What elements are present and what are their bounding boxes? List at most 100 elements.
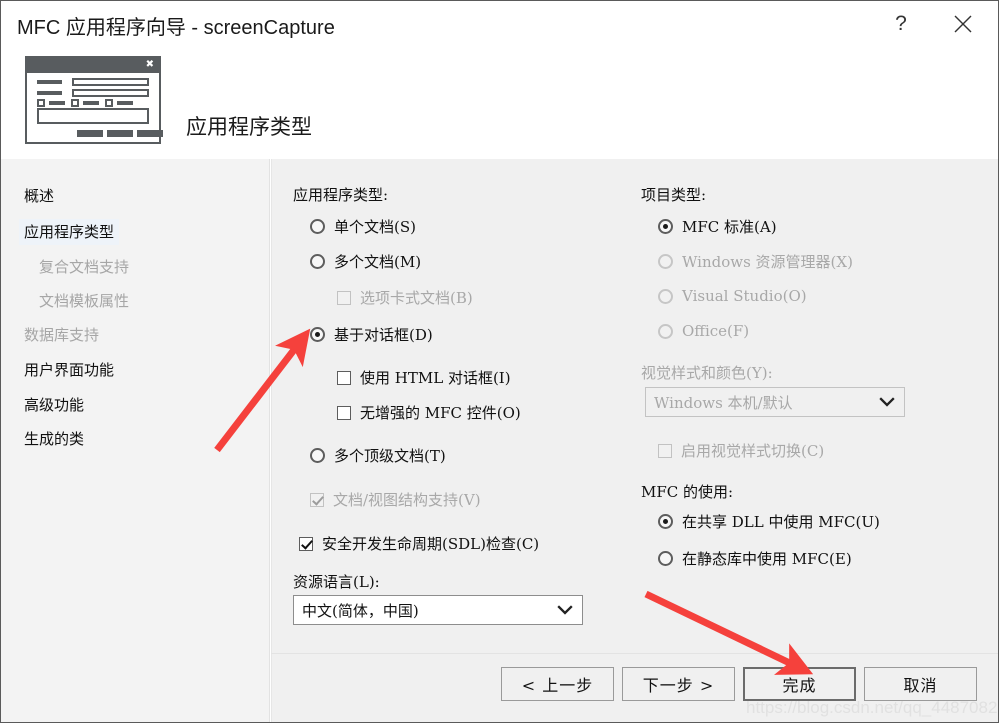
icon-checkbox-label-2 <box>83 101 99 105</box>
radio-mfc-shared-dll[interactable]: 在共享 DLL 中使用 MFC(U) <box>658 511 880 532</box>
radio-multiple-documents-label: 多个文档(M) <box>334 253 422 271</box>
radio-dialog-based[interactable]: 基于对话框(D) <box>310 324 433 345</box>
sidebar-item-generated-class[interactable]: 生成的类 <box>19 426 89 452</box>
checkbox-no-enhanced-mfc-controls-label: 无增强的 MFC 控件(O) <box>360 404 521 422</box>
column-divider <box>271 159 272 722</box>
cancel-button[interactable]: 取消 <box>864 667 977 701</box>
sidebar-item-ui-features[interactable]: 用户界面功能 <box>19 357 119 383</box>
icon-checkbox-label-3 <box>117 101 133 105</box>
checkbox-enable-visual-style-switching: 启用视觉样式切换(C) <box>658 440 824 461</box>
icon-label-1 <box>37 80 62 84</box>
dialog-preview-icon: ✖ <box>25 56 163 144</box>
radio-single-document-label: 单个文档(S) <box>334 218 416 236</box>
checkbox-no-enhanced-mfc-controls[interactable]: 无增强的 MFC 控件(O) <box>337 402 521 423</box>
radio-single-document[interactable]: 单个文档(S) <box>310 216 416 237</box>
page-title: 应用程序类型 <box>186 115 312 139</box>
visual-style-combo: Windows 本机/默认 <box>645 387 905 417</box>
main-panel: 应用程序类型: 单个文档(S) 多个文档(M) 选项卡式文档(B) 基于对话框(… <box>271 159 998 722</box>
radio-indicator <box>658 254 673 269</box>
sidebar-item-overview[interactable]: 概述 <box>19 183 59 209</box>
app-type-group-label: 应用程序类型: <box>293 186 389 204</box>
icon-titlebar: ✖ <box>27 58 159 73</box>
checkbox-sdl-checks[interactable]: 安全开发生命周期(SDL)检查(C) <box>299 533 539 554</box>
icon-field-1 <box>72 78 149 86</box>
sidebar: 概述 应用程序类型 复合文档支持 文档模板属性 数据库支持 用户界面功能 高级功… <box>1 159 271 722</box>
mfc-usage-group-label: MFC 的使用: <box>641 483 734 501</box>
icon-close-glyph: ✖ <box>145 59 154 70</box>
icon-button-2 <box>107 130 133 137</box>
radio-mfc-shared-dll-label: 在共享 DLL 中使用 MFC(U) <box>682 513 880 531</box>
radio-windows-explorer: Windows 资源管理器(X) <box>658 251 853 272</box>
radio-office: Office(F) <box>658 322 749 340</box>
icon-label-2 <box>37 91 62 95</box>
checkbox-use-html-dialog[interactable]: 使用 HTML 对话框(I) <box>337 367 511 388</box>
checkbox-use-html-dialog-label: 使用 HTML 对话框(I) <box>360 369 511 387</box>
sidebar-item-app-type[interactable]: 应用程序类型 <box>19 219 120 245</box>
chevron-down-icon <box>556 604 574 616</box>
radio-indicator <box>310 254 325 269</box>
sidebar-item-advanced[interactable]: 高级功能 <box>19 392 89 418</box>
radio-indicator <box>658 288 673 304</box>
radio-visual-studio: Visual Studio(O) <box>658 287 807 305</box>
resource-language-label: 资源语言(L): <box>293 573 380 591</box>
radio-indicator <box>310 327 325 342</box>
checkbox-tabbed-documents-label: 选项卡式文档(B) <box>360 289 473 307</box>
next-button[interactable]: 下一步 > <box>622 667 735 701</box>
radio-indicator <box>310 219 325 234</box>
radio-indicator <box>658 219 673 234</box>
finish-button[interactable]: 完成 <box>743 667 856 701</box>
checkbox-tabbed-documents: 选项卡式文档(B) <box>337 287 473 308</box>
icon-field-2 <box>72 89 149 97</box>
radio-multiple-top-level-documents[interactable]: 多个顶级文档(T) <box>310 445 446 466</box>
close-icon <box>952 13 974 35</box>
radio-mfc-static-library-label: 在静态库中使用 MFC(E) <box>682 550 852 568</box>
checkbox-doc-view-architecture: 文档/视图结构支持(V) <box>310 489 481 510</box>
radio-mfc-standard-label: MFC 标准(A) <box>682 218 777 236</box>
visual-style-label: 视觉样式和颜色(Y): <box>641 364 773 382</box>
checkbox-indicator <box>337 405 351 420</box>
visual-style-value: Windows 本机/默认 <box>654 393 793 412</box>
radio-indicator <box>658 514 673 529</box>
checkbox-indicator <box>658 443 672 458</box>
watermark-text: https://blog.csdn.net/qq_44870829 <box>746 698 999 717</box>
radio-multiple-documents[interactable]: 多个文档(M) <box>310 251 421 272</box>
resource-language-value: 中文(简体，中国) <box>302 601 419 620</box>
radio-office-label: Office(F) <box>682 322 750 340</box>
checkbox-indicator <box>337 290 351 305</box>
icon-checkbox-1 <box>37 99 45 107</box>
radio-visual-studio-label: Visual Studio(O) <box>682 287 807 305</box>
icon-textarea <box>37 108 149 124</box>
icon-checkbox-3 <box>105 99 113 107</box>
window-title: MFC 应用程序向导 - screenCapture <box>17 17 335 39</box>
checkbox-indicator <box>310 492 324 507</box>
banner: ✖ 应用程序类型 <box>1 46 998 159</box>
resource-language-combo[interactable]: 中文(简体，中国) <box>293 595 583 625</box>
checkbox-doc-view-architecture-label: 文档/视图结构支持(V) <box>333 491 481 509</box>
checkbox-sdl-checks-label: 安全开发生命周期(SDL)检查(C) <box>322 535 540 553</box>
icon-button-1 <box>77 130 103 137</box>
icon-checkbox-label-1 <box>49 101 65 105</box>
radio-indicator <box>658 551 673 566</box>
back-button[interactable]: < 上一步 <box>501 667 614 701</box>
radio-mfc-standard[interactable]: MFC 标准(A) <box>658 216 777 237</box>
help-button[interactable]: ? <box>878 1 924 46</box>
radio-indicator <box>310 448 325 463</box>
checkbox-indicator <box>337 370 351 385</box>
icon-button-3 <box>137 130 163 137</box>
radio-multiple-top-level-documents-label: 多个顶级文档(T) <box>334 447 446 465</box>
sidebar-item-doc-template: 文档模板属性 <box>39 292 130 310</box>
project-type-group-label: 项目类型: <box>641 186 707 204</box>
question-mark-icon: ? <box>895 11 907 35</box>
checkbox-indicator <box>299 536 313 551</box>
radio-windows-explorer-label: Windows 资源管理器(X) <box>682 253 853 271</box>
icon-checkbox-2 <box>71 99 79 107</box>
checkbox-enable-visual-style-switching-label: 启用视觉样式切换(C) <box>681 442 825 460</box>
sidebar-item-database: 数据库支持 <box>24 326 100 344</box>
radio-mfc-static-library[interactable]: 在静态库中使用 MFC(E) <box>658 548 852 569</box>
mfc-wizard-window: MFC 应用程序向导 - screenCapture ? ✖ 应用程序类型 概述… <box>0 0 999 723</box>
radio-dialog-based-label: 基于对话框(D) <box>334 326 433 344</box>
radio-indicator <box>658 323 673 339</box>
close-button[interactable] <box>940 1 986 46</box>
chevron-down-icon <box>878 396 896 408</box>
sidebar-item-compound-doc: 复合文档支持 <box>39 258 130 276</box>
